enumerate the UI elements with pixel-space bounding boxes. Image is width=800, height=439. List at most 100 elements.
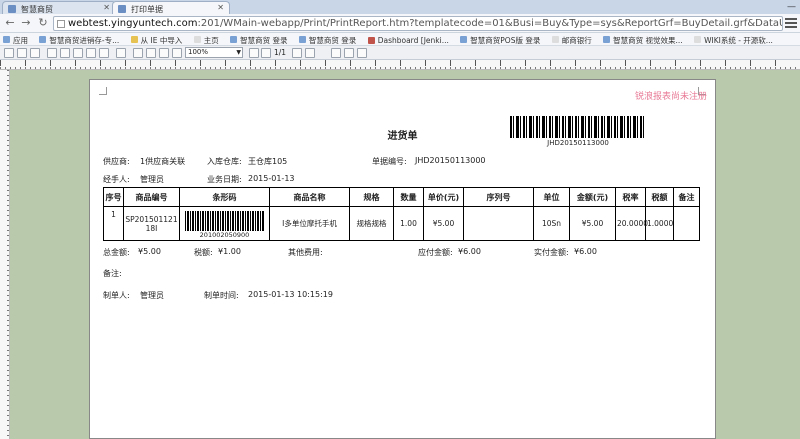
url-input[interactable]: webtest.yingyuntech.com:201/WMain-webapp… bbox=[53, 16, 783, 31]
bookmark-item[interactable]: 智慧商贸 视觉效果... bbox=[600, 33, 689, 45]
prev-page-icon[interactable] bbox=[261, 48, 271, 58]
detail-table: 序号 商品编号 条形码 商品名称 规格 数量 单价(元) 序列号 单位 金额(元… bbox=[103, 187, 700, 241]
zoom-out-icon[interactable] bbox=[146, 48, 156, 58]
select-tool-icon[interactable] bbox=[331, 48, 341, 58]
col-header: 规格 bbox=[349, 187, 394, 207]
col-header: 金额(元) bbox=[569, 187, 616, 207]
bookmark-item[interactable]: 邮商银行 bbox=[549, 33, 598, 45]
first-page-icon[interactable] bbox=[249, 48, 259, 58]
col-header: 条形码 bbox=[179, 187, 270, 207]
forward-arrow-icon[interactable]: → bbox=[19, 16, 33, 30]
maketime-value: 2015-01-13 10:15:19 bbox=[248, 290, 333, 299]
close-tab-icon[interactable]: ✕ bbox=[103, 3, 110, 12]
zoom-value: 100% bbox=[188, 48, 209, 56]
export-pdf-icon[interactable] bbox=[60, 48, 70, 58]
export-excel-icon[interactable] bbox=[73, 48, 83, 58]
menu-icon[interactable] bbox=[785, 17, 797, 29]
close-tab-icon[interactable]: ✕ bbox=[217, 3, 224, 12]
tab-zhihui[interactable]: 智慧商贸 ✕ bbox=[2, 1, 116, 14]
bookmark-item[interactable]: 智慧商贸POS版 登录 bbox=[457, 33, 546, 45]
docno-label: 单据编号: bbox=[372, 157, 407, 166]
page-icon bbox=[551, 36, 559, 43]
bookmark-item[interactable]: 智慧商贸进销存-专... bbox=[36, 33, 125, 45]
zoom-in-icon[interactable] bbox=[133, 48, 143, 58]
export-icon[interactable] bbox=[47, 48, 57, 58]
print-preview-icon[interactable] bbox=[17, 48, 27, 58]
maketime-label: 制单时间: bbox=[204, 291, 239, 300]
table-header-row: 序号 商品编号 条形码 商品名称 规格 数量 单价(元) 序列号 单位 金额(元… bbox=[103, 187, 700, 207]
cell-name: I多单位摩托手机 bbox=[269, 206, 350, 241]
page-icon bbox=[57, 20, 65, 28]
col-header: 序号 bbox=[103, 187, 124, 207]
bookmark-item[interactable]: Dashboard [Jenki... bbox=[365, 34, 455, 45]
bookmark-item[interactable]: 智慧商贸 登录 bbox=[296, 33, 362, 45]
cell-index: 1 bbox=[103, 206, 124, 241]
taxsum-label: 税额: bbox=[194, 248, 213, 257]
next-page-icon[interactable] bbox=[292, 48, 302, 58]
vertical-ruler bbox=[0, 70, 10, 439]
cell-tax: 1.0000 bbox=[645, 206, 674, 241]
item-barcode-text: 201002050900 bbox=[199, 230, 250, 239]
bookmark-apps[interactable]: 应用 bbox=[0, 33, 34, 45]
back-arrow-icon[interactable]: ← bbox=[3, 16, 17, 30]
tab-print-report[interactable]: 打印单据 ✕ bbox=[112, 1, 230, 14]
bookmark-icon bbox=[460, 36, 468, 43]
document-barcode-text: JHD20150113000 bbox=[547, 139, 609, 147]
bookmark-item[interactable]: WIKI系统 - 开源软... bbox=[691, 33, 779, 45]
bookmark-item[interactable]: 主页 bbox=[191, 33, 225, 45]
tab-label: 打印单据 bbox=[131, 5, 163, 14]
tab-strip: 智慧商贸 ✕ 打印单据 ✕ — bbox=[0, 0, 800, 14]
taxsum-value: ¥1.00 bbox=[218, 247, 241, 256]
page-favicon-icon bbox=[8, 5, 16, 13]
page-setup-icon[interactable] bbox=[30, 48, 40, 58]
print-icon[interactable] bbox=[4, 48, 14, 58]
export-word-icon[interactable] bbox=[86, 48, 96, 58]
col-header: 税率 bbox=[615, 187, 646, 207]
page-favicon-icon bbox=[118, 5, 126, 13]
warehouse-value: 王仓库105 bbox=[248, 157, 288, 166]
ruler-marks bbox=[0, 60, 800, 66]
bookmark-item[interactable]: 从 IE 中导入 bbox=[128, 33, 189, 45]
cell-taxrate: 20.0000 bbox=[615, 206, 648, 241]
col-header: 税额 bbox=[645, 187, 674, 207]
bookmark-icon bbox=[298, 36, 306, 43]
col-header: 序列号 bbox=[463, 187, 534, 207]
handler-value: 管理员 bbox=[140, 175, 164, 184]
supplier-value: 1供应商关联 bbox=[140, 157, 186, 166]
warehouse-label: 入库仓库: bbox=[207, 157, 242, 166]
col-header: 单位 bbox=[533, 187, 570, 207]
maker-value: 管理员 bbox=[140, 291, 164, 300]
reload-icon[interactable]: ↻ bbox=[36, 16, 50, 30]
bookmark-item[interactable]: 智慧商贸 登录 bbox=[227, 33, 293, 45]
paid-label: 实付金额: bbox=[534, 248, 569, 257]
col-header: 商品名称 bbox=[269, 187, 350, 207]
payable-label: 应付金额: bbox=[418, 248, 453, 257]
cell-remark bbox=[673, 206, 700, 241]
page-icon bbox=[193, 36, 201, 43]
cell-spec: 规格规格 bbox=[349, 206, 394, 241]
page-indicator: 1/1 bbox=[274, 48, 287, 57]
bookmark-icon bbox=[603, 36, 611, 43]
total-value: ¥5.00 bbox=[138, 247, 161, 256]
zoom-select[interactable]: 100% ▼ bbox=[185, 47, 243, 58]
supplier-label: 供应商: bbox=[103, 157, 130, 166]
col-header: 数量 bbox=[393, 187, 424, 207]
tab-label: 智慧商贸 bbox=[21, 5, 53, 14]
minimize-button[interactable]: — bbox=[787, 2, 796, 12]
cell-price: ¥5.00 bbox=[423, 206, 464, 241]
close-viewer-icon[interactable] bbox=[357, 48, 367, 58]
export-image-icon[interactable] bbox=[99, 48, 109, 58]
cell-serial bbox=[463, 206, 534, 241]
fit-width-icon[interactable] bbox=[172, 48, 182, 58]
item-barcode-image bbox=[184, 210, 265, 231]
report-workspace[interactable]: 锐浪报表尚未注册 进货单 JHD20150113000 供应商: 1供应商关联 … bbox=[10, 70, 800, 439]
fit-page-icon[interactable] bbox=[159, 48, 169, 58]
otherfee-label: 其他费用: bbox=[288, 248, 323, 257]
last-page-icon[interactable] bbox=[305, 48, 315, 58]
table-row: 1 SP20150112118I 201002050900 I多单位摩托手机 规… bbox=[103, 206, 700, 241]
hand-tool-icon[interactable] bbox=[344, 48, 354, 58]
maker-label: 制单人: bbox=[103, 291, 130, 300]
mail-icon[interactable] bbox=[116, 48, 126, 58]
bookmark-icon bbox=[230, 36, 238, 43]
col-header: 单价(元) bbox=[423, 187, 464, 207]
